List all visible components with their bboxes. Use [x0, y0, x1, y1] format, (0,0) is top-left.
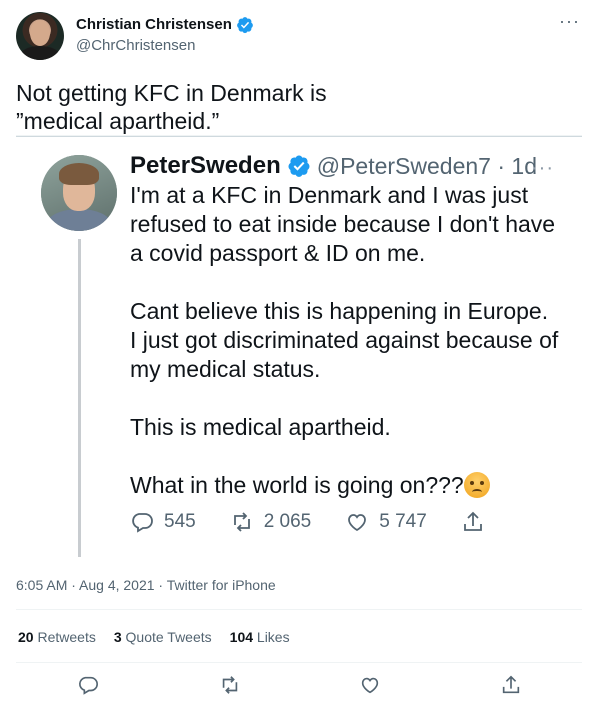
quoted-actions: 545 2 065 5 747 — [130, 510, 519, 534]
heart-icon — [361, 677, 379, 694]
author-handle[interactable]: @ChrChristensen — [76, 36, 254, 56]
thread-line — [78, 239, 81, 557]
share-button[interactable] — [500, 674, 524, 698]
quoted-body: I'm at a KFC in Denmark and I was just r… — [130, 181, 560, 500]
share-icon — [502, 675, 520, 694]
like-button[interactable] — [359, 674, 383, 698]
quoted-handle-time: @PeterSweden7 · 1d — [316, 153, 537, 179]
quoted-retweet-stat: 2 065 — [230, 510, 312, 534]
author-names: Christian Christensen @ChrChristensen — [76, 15, 254, 56]
tweet-timestamp[interactable]: 6:05 AM · Aug 4, 2021 · Twitter for iPho… — [16, 576, 276, 594]
reply-icon — [132, 513, 153, 533]
likes-count: 104 — [229, 629, 254, 645]
verified-badge-icon — [237, 17, 253, 34]
reply-button[interactable] — [77, 674, 101, 698]
tweet-actions — [16, 674, 582, 698]
quoted-display-name: PeterSweden — [130, 152, 281, 179]
quoted-paragraph: This is medical apartheid. — [130, 414, 391, 440]
retweets-label: Retweets — [37, 629, 96, 645]
angry-face-icon — [463, 472, 490, 498]
quoted-paragraph-last: What in the world is going on??? — [130, 471, 560, 500]
retweets-count: 20 — [18, 629, 34, 645]
tweet-stats: 20 Retweets 3 Quote Tweets 104 Likes — [18, 628, 308, 646]
quoted-tweet-image[interactable]: PeterSweden @PeterSweden7 · 1d ··· I'm a… — [16, 136, 582, 557]
quoted-share-stat — [461, 510, 485, 534]
quoted-reply-stat: 545 — [130, 510, 196, 534]
tweet-text-line: Not getting KFC in Denmark is — [16, 80, 327, 106]
quoted-author-avatar — [41, 155, 117, 231]
more-icon[interactable]: ··· — [559, 12, 580, 30]
divider — [16, 135, 582, 136]
retweet-icon — [222, 676, 238, 694]
heart-icon — [348, 514, 367, 532]
verified-badge-icon — [288, 155, 310, 177]
quoted-paragraph: Cant believe this is happening in Europe… — [130, 298, 559, 382]
likes-stat[interactable]: 104 Likes — [230, 628, 290, 646]
tweet-header: Christian Christensen @ChrChristensen ··… — [16, 12, 582, 62]
divider — [16, 609, 582, 610]
author-avatar[interactable] — [16, 12, 64, 60]
retweets-stat[interactable]: 20 Retweets — [18, 628, 96, 646]
quoted-like-stat: 5 747 — [345, 510, 427, 534]
divider — [16, 662, 582, 663]
tweet-text-line: ”medical apartheid.” — [16, 108, 220, 134]
quoted-paragraph: What in the world is going on??? — [130, 472, 464, 498]
tweet-text: Not getting KFC in Denmark is ”medical a… — [16, 79, 582, 135]
quote-tweets-label: Quote Tweets — [125, 629, 212, 645]
quote-tweets-count: 3 — [113, 629, 122, 645]
share-icon — [463, 511, 482, 531]
quote-tweets-stat[interactable]: 3 Quote Tweets — [114, 628, 212, 646]
retweet-icon — [233, 512, 250, 532]
reply-icon — [79, 676, 98, 695]
more-icon: ··· — [531, 157, 554, 179]
author-display-name[interactable]: Christian Christensen — [76, 15, 232, 35]
likes-label: Likes — [256, 629, 290, 645]
quoted-header: PeterSweden @PeterSweden7 · 1d — [130, 151, 537, 181]
retweet-button[interactable] — [219, 674, 243, 698]
quoted-reply-count: 545 — [164, 511, 196, 532]
quoted-retweet-count: 2 065 — [263, 511, 312, 532]
quoted-paragraph: I'm at a KFC in Denmark and I was just r… — [130, 182, 556, 266]
quoted-like-count: 5 747 — [379, 511, 427, 532]
